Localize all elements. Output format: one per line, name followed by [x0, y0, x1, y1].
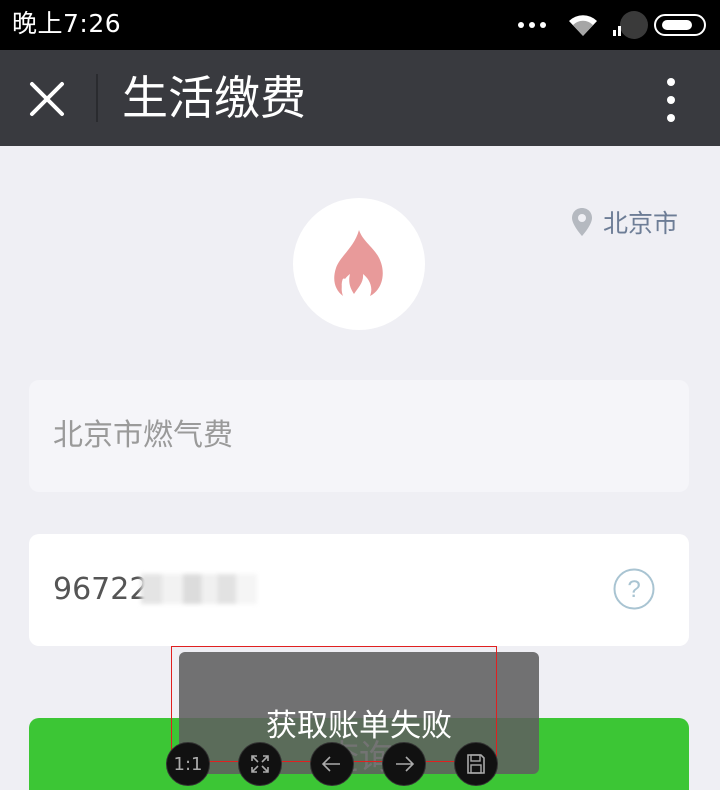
save-button[interactable]: [454, 742, 498, 786]
fit-screen-button[interactable]: [238, 742, 282, 786]
actual-size-label: 1:1: [173, 753, 203, 775]
status-bar: 晚上7:26: [0, 0, 720, 50]
viewer-toolbar: 1:1: [166, 742, 500, 788]
more-vertical-icon[interactable]: [664, 78, 678, 122]
header-divider: [96, 74, 98, 122]
account-number-mask: [141, 574, 257, 604]
expand-icon: [251, 755, 269, 773]
screen: 晚上7:26 生活缴费 北京市 北京市燃气费 96722 ? 获取账单失败 1:…: [0, 0, 720, 790]
wifi-icon: [569, 15, 597, 37]
status-icons: [518, 0, 706, 50]
header-bar: 生活缴费: [0, 50, 720, 146]
location-pin-icon: [571, 208, 592, 236]
gas-logo: [293, 198, 425, 330]
svg-text:?: ?: [627, 576, 640, 603]
status-time: 晚上7:26: [12, 9, 122, 38]
location-label: 北京市: [602, 209, 678, 238]
help-icon[interactable]: ?: [613, 568, 655, 610]
next-button[interactable]: [382, 742, 426, 786]
location-selector[interactable]: 北京市: [571, 204, 678, 240]
save-icon: [467, 754, 485, 774]
arrow-left-icon: [321, 756, 340, 772]
arrow-right-icon: [396, 756, 415, 772]
close-icon[interactable]: [28, 80, 66, 118]
more-dots-icon: [518, 22, 546, 28]
flame-icon: [334, 230, 383, 298]
page-title: 生活缴费: [122, 71, 306, 125]
signal-icon: [612, 10, 648, 40]
account-number-field[interactable]: 96722 ?: [29, 534, 689, 646]
previous-button[interactable]: [310, 742, 354, 786]
company-name: 北京市燃气费: [53, 418, 233, 453]
account-number-value: 96722: [53, 572, 149, 607]
company-field[interactable]: 北京市燃气费: [29, 380, 689, 492]
actual-size-button[interactable]: 1:1: [166, 742, 210, 786]
battery-icon: [654, 14, 706, 36]
